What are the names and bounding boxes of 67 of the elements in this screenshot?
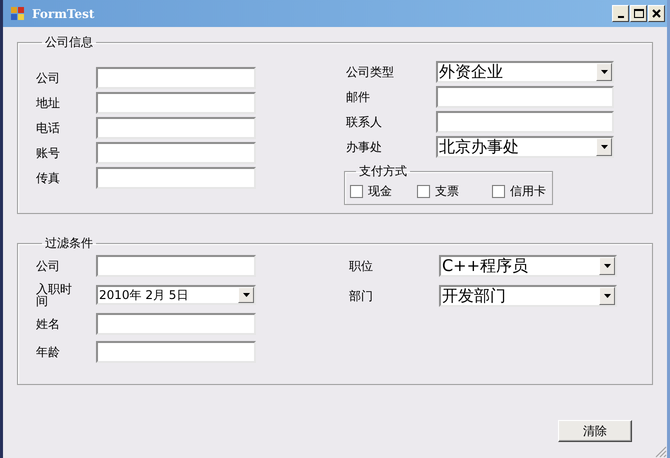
dropdown-arrow-icon	[600, 145, 608, 149]
field-label: 部门	[349, 288, 374, 304]
field-label: 公司	[36, 258, 61, 274]
checkbox-box[interactable]	[350, 185, 363, 198]
date-picker[interactable]: 2010年 2月 5日	[96, 285, 256, 305]
field-label: 电话	[36, 120, 61, 136]
checkbox[interactable]: 现金	[350, 183, 417, 200]
close-icon	[652, 9, 661, 18]
field-label: 入职时间	[36, 283, 72, 307]
window-title: FormTest	[32, 6, 94, 20]
dropdown-button[interactable]	[599, 257, 615, 275]
checkbox-box[interactable]	[492, 185, 505, 198]
dropdown-field[interactable]: C++程序员	[439, 255, 617, 277]
date-value: 2010年 2月 5日	[98, 286, 190, 304]
field-label: 公司	[36, 70, 61, 86]
maximize-button[interactable]	[630, 5, 647, 22]
dropdown-button[interactable]	[596, 63, 612, 81]
field-label: 办事处	[346, 138, 383, 156]
dropdown-field[interactable]: 北京办事处	[436, 136, 614, 158]
checkbox-label: 现金	[368, 183, 392, 200]
dropdown-arrow-icon	[242, 293, 250, 297]
dropdown-value: 外资企业	[438, 62, 504, 82]
checkbox-label: 信用卡	[510, 183, 546, 200]
text-field[interactable]	[96, 255, 256, 277]
clear-button[interactable]: 清除	[558, 420, 632, 442]
text-field[interactable]	[96, 167, 256, 189]
text-field[interactable]	[96, 67, 256, 89]
field-label: 传真	[36, 170, 61, 186]
group-title: 过滤条件	[44, 235, 94, 252]
field-label: 职位	[349, 258, 374, 274]
dropdown-value: 开发部门	[441, 286, 507, 306]
text-field[interactable]	[96, 341, 256, 363]
field-label: 年龄	[36, 344, 61, 360]
resize-grip-icon	[655, 446, 667, 458]
field-label: 邮件	[346, 88, 371, 106]
dropdown-field[interactable]: 开发部门	[439, 285, 617, 307]
checkbox-box[interactable]	[417, 185, 430, 198]
dropdown-button[interactable]	[596, 138, 612, 156]
app-icon	[11, 7, 24, 20]
minimize-icon	[618, 16, 624, 18]
dropdown-button[interactable]	[238, 287, 254, 303]
text-field[interactable]	[96, 117, 256, 139]
minimize-button[interactable]	[612, 5, 629, 22]
checkbox[interactable]: 支票	[417, 183, 492, 200]
checkbox-label: 支票	[435, 183, 459, 200]
group-title: 公司信息	[44, 34, 94, 51]
dropdown-value: 北京办事处	[438, 136, 520, 158]
field-label: 账号	[36, 144, 61, 162]
text-field[interactable]	[96, 142, 256, 164]
text-field[interactable]	[96, 92, 256, 114]
close-button[interactable]	[648, 5, 665, 22]
field-label: 地址	[36, 94, 61, 112]
field-label: 联系人	[346, 114, 383, 130]
text-field[interactable]	[436, 86, 614, 108]
text-field[interactable]	[436, 111, 614, 133]
dropdown-button[interactable]	[599, 287, 615, 305]
dropdown-field[interactable]: 外资企业	[436, 61, 614, 83]
dropdown-value: C++程序员	[441, 256, 529, 276]
dropdown-arrow-icon	[600, 70, 608, 74]
field-label: 公司类型	[346, 64, 395, 80]
dropdown-arrow-icon	[604, 294, 610, 298]
text-field[interactable]	[96, 313, 256, 335]
group-title: 支付方式	[358, 163, 408, 180]
field-label: 姓名	[36, 316, 61, 332]
checkbox[interactable]: 信用卡	[492, 183, 546, 200]
maximize-icon	[634, 9, 644, 18]
dropdown-arrow-icon	[604, 264, 610, 268]
